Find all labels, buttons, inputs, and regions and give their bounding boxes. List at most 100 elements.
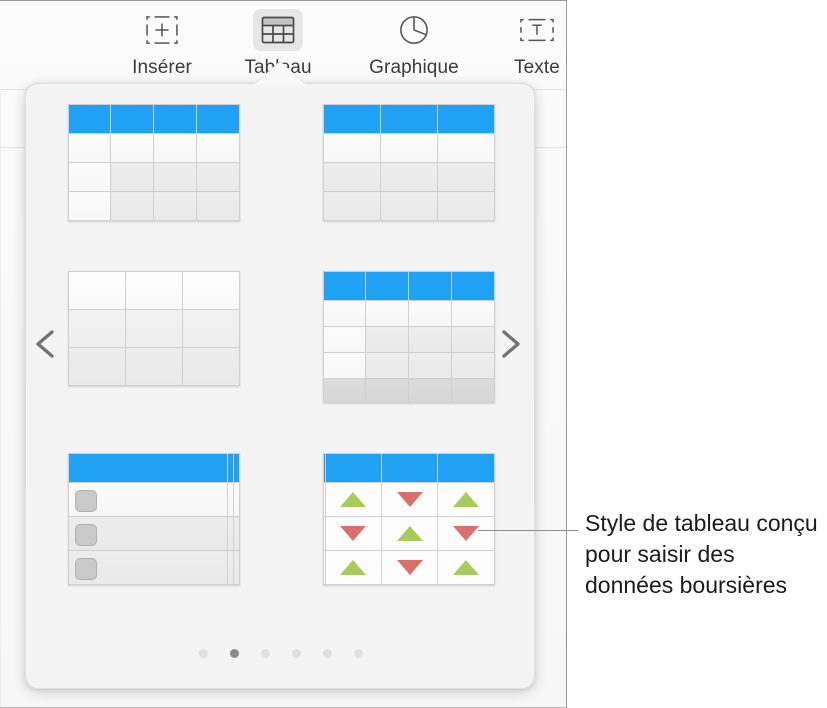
table-footer-row	[322, 378, 495, 403]
table-cell	[408, 300, 452, 327]
table-cell	[450, 300, 495, 327]
table-cell	[67, 482, 229, 517]
table-row	[67, 191, 240, 221]
callout-leader-line	[478, 530, 578, 531]
table-cell	[110, 133, 154, 163]
arrow-down-icon	[452, 526, 479, 541]
table-style-basic-4col[interactable]	[67, 104, 240, 221]
table-cell	[153, 191, 197, 221]
callout-text: Style de tableau conçu pour saisir des d…	[585, 510, 818, 598]
table-style-checklist[interactable]	[67, 453, 240, 585]
table-row	[67, 453, 240, 483]
checkbox-icon[interactable]	[74, 524, 97, 546]
table-row	[322, 162, 495, 192]
header-cell	[67, 453, 229, 483]
header-cell	[322, 271, 367, 301]
header-cell	[365, 271, 409, 301]
previous-page-button[interactable]	[30, 327, 64, 361]
table-row	[67, 516, 240, 551]
table-cell	[67, 309, 126, 348]
table-row	[67, 133, 240, 163]
checkbox-icon[interactable]	[74, 558, 97, 580]
toolbar-item-inserer[interactable]: Insérer	[110, 9, 214, 83]
table-cell	[195, 191, 240, 221]
table-row	[67, 104, 240, 134]
table-cell	[437, 550, 495, 585]
header-cell	[379, 104, 438, 134]
table-row	[67, 550, 240, 585]
table-cell	[67, 516, 229, 551]
footer-cell	[450, 378, 495, 403]
popover-notch	[254, 62, 306, 85]
table-style-basic-3col[interactable]	[322, 104, 495, 221]
table-cell	[365, 326, 409, 353]
table-cell	[379, 162, 438, 192]
header-cell	[436, 104, 495, 134]
table-row	[322, 104, 495, 134]
arrow-down-icon	[396, 560, 423, 575]
header-cell	[450, 271, 495, 301]
table-row	[67, 162, 240, 192]
table-cell	[450, 326, 495, 353]
toolbar-item-label: Insérer	[132, 57, 192, 78]
table-cell	[437, 516, 495, 551]
next-page-button[interactable]	[492, 327, 526, 361]
table-style-grid	[26, 104, 536, 585]
pager-dot[interactable]	[354, 649, 363, 658]
pager-dot[interactable]	[199, 649, 208, 658]
table-row	[67, 482, 240, 517]
pager-dot-active[interactable]	[230, 649, 239, 658]
pager-dot[interactable]	[261, 649, 270, 658]
pager-dot[interactable]	[323, 649, 332, 658]
table-row	[322, 453, 495, 483]
pie-chart-icon	[389, 9, 439, 51]
footer-cell	[322, 378, 367, 403]
table-style-stock[interactable]	[322, 453, 495, 585]
footer-cell	[408, 378, 452, 403]
table-cell	[181, 309, 240, 348]
table-cell	[322, 191, 381, 221]
table-cell	[380, 550, 439, 585]
table-cell	[110, 191, 154, 221]
toolbar-item-label: Texte	[514, 57, 560, 78]
header-cell	[195, 104, 240, 134]
header-cell	[324, 453, 382, 483]
table-cell	[195, 162, 240, 192]
table-row	[322, 191, 495, 221]
table-cell	[379, 133, 438, 163]
table-row	[322, 550, 495, 585]
text-box-icon	[512, 9, 562, 51]
header-cell	[110, 104, 154, 134]
toolbar-item-texte[interactable]: Texte	[485, 9, 566, 83]
header-cell	[233, 453, 240, 483]
table-cell	[322, 162, 381, 192]
table-cell	[322, 133, 381, 163]
table-cell	[153, 133, 197, 163]
table-cell	[365, 300, 409, 327]
table-cell	[437, 482, 495, 517]
table-cell	[324, 550, 382, 585]
table-row	[322, 271, 495, 301]
table-cell	[322, 326, 367, 353]
checkbox-icon[interactable]	[74, 490, 97, 512]
header-cell	[67, 104, 112, 134]
table-cell	[181, 271, 240, 310]
app-window: Insérer Tableau Graphique Texte	[0, 0, 567, 708]
table-cell	[110, 162, 154, 192]
table-cell	[436, 191, 495, 221]
table-cell	[67, 133, 112, 163]
header-cell	[437, 453, 495, 483]
table-cell	[408, 352, 452, 379]
toolbar-item-graphique[interactable]: Graphique	[362, 9, 466, 83]
table-cell	[324, 482, 382, 517]
table-cell	[379, 191, 438, 221]
header-cell	[153, 104, 197, 134]
insert-media-icon	[137, 9, 187, 51]
table-cell	[67, 191, 112, 221]
header-cell	[380, 453, 439, 483]
table-style-with-footer[interactable]	[322, 271, 495, 403]
pager-dot[interactable]	[292, 649, 301, 658]
table-style-plain-3x3[interactable]	[67, 271, 240, 403]
arrow-down-icon	[340, 526, 367, 541]
table-row	[67, 309, 240, 348]
